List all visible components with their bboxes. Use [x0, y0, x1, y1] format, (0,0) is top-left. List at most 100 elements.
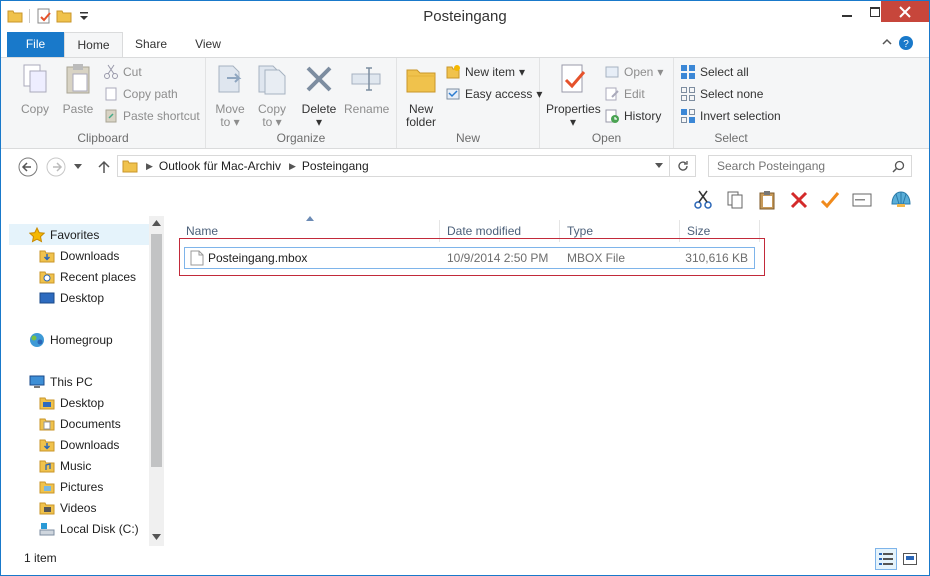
- file-size: 310,616 KB: [685, 251, 748, 265]
- address-bar[interactable]: ▶ Outlook für Mac-Archiv ▶ Posteingang: [117, 155, 670, 177]
- easy-access-button[interactable]: Easy access ▾: [445, 84, 542, 104]
- breadcrumb-posteingang[interactable]: Posteingang: [302, 159, 369, 173]
- copy-tool-button[interactable]: [723, 188, 747, 212]
- nav-item-downloads[interactable]: Downloads: [39, 245, 119, 266]
- back-arrow-icon: [18, 157, 38, 177]
- drive-icon: [39, 522, 55, 535]
- minimize-button[interactable]: [833, 1, 861, 22]
- select-all-icon: [681, 65, 695, 79]
- clipboard-icon: [759, 191, 775, 210]
- breadcrumb-outlook-archive[interactable]: Outlook für Mac-Archiv: [159, 159, 281, 173]
- navigation-pane: Favorites Downloads Recent places Deskto…: [1, 216, 164, 546]
- nav-scrollbar[interactable]: [149, 216, 164, 546]
- nav-scrollbar-thumb[interactable]: [151, 234, 162, 467]
- desktop-icon: [39, 292, 55, 303]
- status-bar: 1 item: [1, 546, 929, 575]
- tab-home[interactable]: Home: [64, 32, 123, 58]
- new-item-icon: [446, 65, 460, 79]
- nav-item-music[interactable]: Music: [39, 455, 91, 476]
- cut-tool-button[interactable]: [691, 188, 715, 212]
- search-input[interactable]: [717, 157, 887, 175]
- refresh-icon: [677, 161, 688, 171]
- nav-item-pictures[interactable]: Pictures: [39, 476, 103, 497]
- paste-tool-button[interactable]: [755, 188, 779, 212]
- properties-button[interactable]: Properties ▾: [546, 62, 601, 129]
- history-icon: [605, 109, 619, 123]
- edit-button[interactable]: Edit: [604, 84, 645, 104]
- select-group: Select all Select none Invert selection …: [674, 58, 788, 148]
- select-none-button[interactable]: Select none: [680, 84, 763, 104]
- nav-item-videos[interactable]: Videos: [39, 497, 96, 518]
- copy-path-icon: [105, 87, 117, 101]
- nav-item-pc-desktop[interactable]: Desktop: [39, 392, 104, 413]
- invert-selection-button[interactable]: Invert selection: [680, 106, 781, 126]
- history-button[interactable]: History: [604, 106, 661, 126]
- nav-item-pc-downloads[interactable]: Downloads: [39, 434, 119, 455]
- easy-access-icon: [446, 88, 460, 100]
- item-count: 1 item: [24, 551, 57, 565]
- recent-locations-button[interactable]: [71, 156, 85, 178]
- invert-selection-icon: [681, 109, 695, 123]
- tab-file[interactable]: File: [7, 32, 64, 57]
- refresh-button[interactable]: [670, 155, 696, 177]
- new-folder-icon: [406, 69, 436, 93]
- search-box[interactable]: [708, 155, 912, 177]
- back-button[interactable]: [17, 156, 39, 178]
- copy-to-button[interactable]: Copy to ▾: [254, 62, 290, 129]
- pictures-folder-icon: [39, 481, 55, 493]
- chevron-down-icon[interactable]: [655, 163, 663, 169]
- documents-folder-icon: [39, 418, 55, 430]
- nav-item-recent-places[interactable]: Recent places: [39, 266, 136, 287]
- recent-places-icon: [39, 271, 55, 283]
- forward-arrow-icon: [46, 157, 66, 177]
- title-bar: Posteingang: [1, 1, 929, 32]
- chevron-down-icon: [74, 164, 82, 169]
- close-button[interactable]: [881, 1, 929, 22]
- up-button[interactable]: [93, 156, 115, 178]
- tab-share[interactable]: Share: [127, 32, 175, 57]
- open-button[interactable]: Open ▾: [604, 62, 663, 82]
- breadcrumb-separator-icon[interactable]: ▶: [146, 161, 153, 172]
- nav-item-documents[interactable]: Documents: [39, 413, 121, 434]
- navigation-bar: ▶ Outlook für Mac-Archiv ▶ Posteingang: [1, 150, 929, 184]
- tab-view[interactable]: View: [181, 32, 235, 57]
- paste-shortcut-button[interactable]: Paste shortcut: [103, 106, 200, 126]
- maximize-icon: [870, 6, 880, 17]
- check-tool-button[interactable]: [818, 188, 842, 212]
- copy-path-button[interactable]: Copy path: [103, 84, 178, 104]
- nav-item-this-pc[interactable]: This PC: [29, 371, 93, 392]
- copy-button[interactable]: Copy: [15, 62, 55, 116]
- paste-icon: [66, 64, 90, 94]
- select-all-button[interactable]: Select all: [680, 62, 749, 82]
- ribbon: Copy Paste Cut Copy path Paste shortcut …: [1, 57, 929, 149]
- help-icon[interactable]: ?: [899, 36, 913, 50]
- properties-tool-button[interactable]: [850, 188, 874, 212]
- new-folder-button[interactable]: New folder: [401, 62, 441, 129]
- file-row[interactable]: Posteingang.mbox 10/9/2014 2:50 PM MBOX …: [184, 247, 755, 269]
- delete-tool-button[interactable]: [787, 188, 811, 212]
- move-to-button[interactable]: Move to ▾: [212, 62, 248, 129]
- file-name: Posteingang.mbox: [208, 251, 308, 265]
- rename-button[interactable]: Rename: [344, 62, 389, 116]
- shell-tool-button[interactable]: [889, 188, 913, 212]
- cut-button[interactable]: Cut: [103, 62, 142, 82]
- details-view-button[interactable]: [875, 548, 897, 570]
- delete-button[interactable]: Delete ▾: [300, 62, 338, 129]
- nav-item-desktop[interactable]: Desktop: [39, 287, 104, 308]
- chevron-up-icon[interactable]: [881, 36, 893, 48]
- forward-button[interactable]: [45, 156, 67, 178]
- new-group: New folder New item ▾ Easy access ▾ New: [397, 58, 542, 148]
- large-icons-view-button[interactable]: [899, 548, 921, 570]
- chevron-down-icon[interactable]: [152, 534, 161, 540]
- chevron-up-icon[interactable]: [152, 220, 161, 226]
- new-item-button[interactable]: New item ▾: [445, 62, 525, 82]
- details-view-icon: [879, 553, 893, 565]
- paste-button[interactable]: Paste: [59, 62, 97, 116]
- breadcrumb-separator-icon[interactable]: ▶: [289, 161, 296, 172]
- nav-item-homegroup[interactable]: Homegroup: [29, 329, 113, 350]
- open-group: Properties ▾ Open ▾ Edit History Open: [540, 58, 674, 148]
- nav-item-favorites[interactable]: Favorites: [9, 224, 149, 245]
- shell-icon: [891, 191, 911, 207]
- nav-item-local-disk[interactable]: Local Disk (C:): [39, 518, 139, 539]
- paste-shortcut-icon: [105, 109, 117, 123]
